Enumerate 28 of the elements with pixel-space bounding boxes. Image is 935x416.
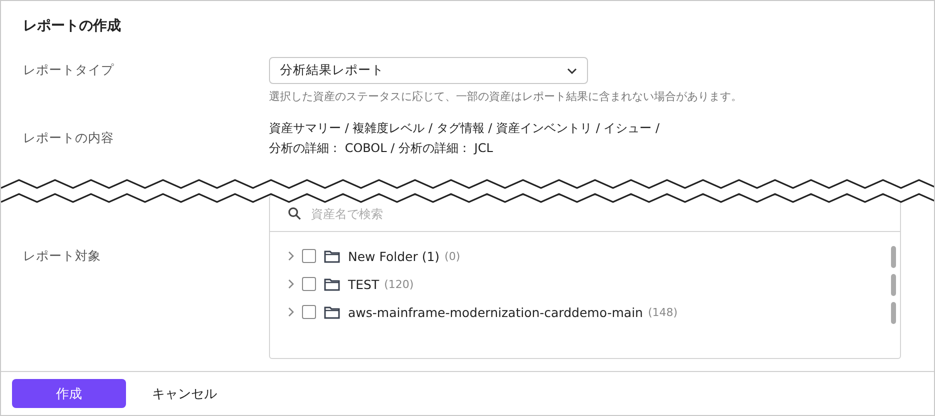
field-label: レポートタイプ bbox=[23, 62, 115, 79]
report-type-select[interactable]: 分析結果レポート bbox=[269, 57, 588, 84]
field-label: レポートの内容 bbox=[23, 130, 115, 147]
chevron-right-icon[interactable] bbox=[288, 307, 294, 317]
chevron-down-icon bbox=[567, 68, 577, 74]
scrollbar[interactable] bbox=[891, 246, 896, 324]
create-button[interactable]: 作成 bbox=[12, 379, 126, 408]
cancel-button[interactable]: キャンセル bbox=[150, 384, 219, 402]
item-count: (120) bbox=[384, 278, 414, 290]
item-count: (0) bbox=[444, 250, 460, 262]
hint-text: 選択した資産のステータスに応じて、一部の資産はレポート結果に含まれない場合があります。 bbox=[269, 89, 743, 104]
folder-icon bbox=[324, 278, 340, 290]
folder-icon bbox=[324, 250, 340, 262]
checkbox[interactable] bbox=[302, 277, 316, 291]
search-icon bbox=[288, 207, 301, 220]
item-count: (148) bbox=[648, 306, 678, 318]
folder-icon bbox=[324, 306, 340, 318]
chevron-right-icon[interactable] bbox=[288, 251, 294, 261]
folder-name[interactable]: New Folder (1) bbox=[348, 248, 440, 264]
dialog-title: レポートの作成 bbox=[23, 17, 122, 35]
chevron-right-icon[interactable] bbox=[288, 279, 294, 289]
checkbox[interactable] bbox=[302, 249, 316, 263]
checkbox[interactable] bbox=[302, 305, 316, 319]
field-label: レポート対象 bbox=[23, 248, 102, 265]
folder-name[interactable]: TEST bbox=[348, 276, 380, 292]
content-text: 分析の詳細： COBOL / 分析の詳細： JCL bbox=[269, 140, 494, 157]
folder-name[interactable]: aws-mainframe-modernization-carddemo-main bbox=[348, 304, 643, 320]
content-text: 資産サマリー / 複雑度レベル / タグ情報 / 資産インベントリ / イシュー / bbox=[269, 120, 661, 137]
